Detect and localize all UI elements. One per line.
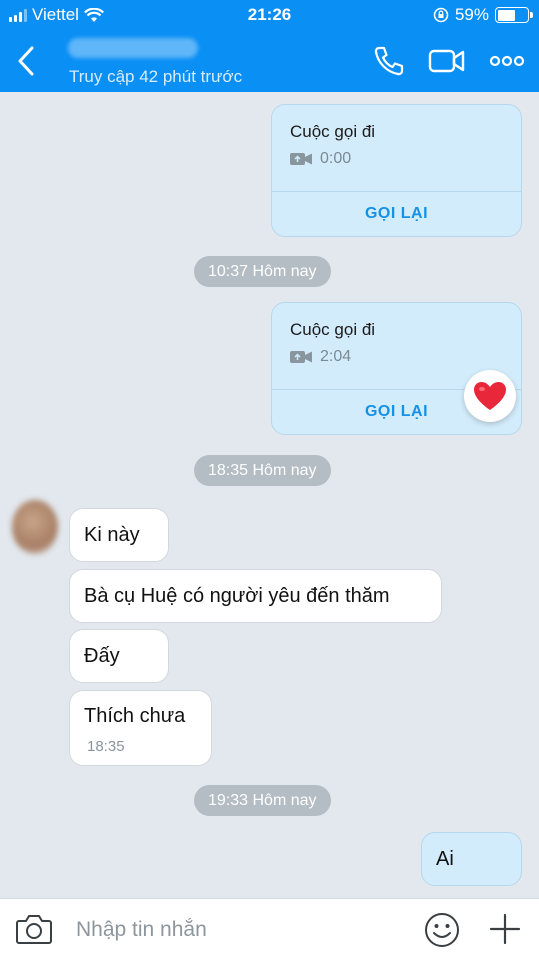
chevron-left-icon[interactable] xyxy=(12,44,42,78)
emoji-icon[interactable] xyxy=(424,912,460,948)
received-message[interactable]: Bà cụ Huệ có người yêu đến thăm xyxy=(69,569,442,623)
message-input-bar xyxy=(0,898,539,960)
sent-message[interactable]: Ai xyxy=(421,832,522,886)
time-separator: 18:35 Hôm nay xyxy=(194,455,331,486)
phone-icon[interactable] xyxy=(371,44,407,78)
call-title: Cuộc gọi đi xyxy=(290,320,376,339)
call-duration-row: 0:00 xyxy=(290,150,351,168)
video-camera-icon[interactable] xyxy=(428,44,466,78)
chat-header: Truy cập 42 phút trước xyxy=(0,30,539,92)
message-text: Bà cụ Huệ có người yêu đến thăm xyxy=(84,585,390,607)
message-timestamp: 18:35 xyxy=(87,738,125,755)
contact-name-redacted[interactable] xyxy=(68,38,198,58)
more-icon[interactable] xyxy=(489,44,525,78)
time-separator: 19:33 Hôm nay xyxy=(194,785,331,816)
call-duration-row: 2:04 xyxy=(290,348,351,366)
battery-percent: 59% xyxy=(454,5,489,24)
received-message[interactable]: Thích chưa 18:35 xyxy=(69,690,212,766)
camera-icon[interactable] xyxy=(15,912,53,946)
plus-icon[interactable] xyxy=(488,912,522,946)
last-seen-status: Truy cập 42 phút trước xyxy=(69,67,243,86)
message-text: Đấy xyxy=(84,645,120,667)
received-message[interactable]: Đấy xyxy=(69,629,169,683)
status-bar: Viettel 21:26 59% xyxy=(0,0,539,30)
outgoing-call-card: Cuộc gọi đi 0:00 GỌI LẠI xyxy=(271,104,522,237)
message-list[interactable]: Cuộc gọi đi 0:00 GỌI LẠI 10:37 Hôm nay C… xyxy=(0,92,539,898)
video-call-icon xyxy=(290,351,312,363)
orientation-lock-icon xyxy=(433,7,449,23)
message-text: Ki này xyxy=(84,524,140,546)
call-duration: 2:04 xyxy=(320,348,352,365)
status-right: 59% xyxy=(433,5,533,25)
call-back-button[interactable]: GỌI LẠI xyxy=(272,191,521,236)
received-message[interactable]: Ki này xyxy=(69,508,169,562)
time-separator: 10:37 Hôm nay xyxy=(194,256,331,287)
heart-icon xyxy=(474,382,506,410)
avatar[interactable] xyxy=(12,500,58,554)
message-input[interactable] xyxy=(76,913,396,947)
message-text: Ai xyxy=(436,848,454,870)
battery-icon xyxy=(495,7,533,23)
call-title: Cuộc gọi đi xyxy=(290,122,376,141)
video-call-icon xyxy=(290,153,312,165)
message-text: Thích chưa xyxy=(84,705,186,727)
call-duration: 0:00 xyxy=(320,150,352,167)
reaction-button[interactable] xyxy=(464,370,516,422)
